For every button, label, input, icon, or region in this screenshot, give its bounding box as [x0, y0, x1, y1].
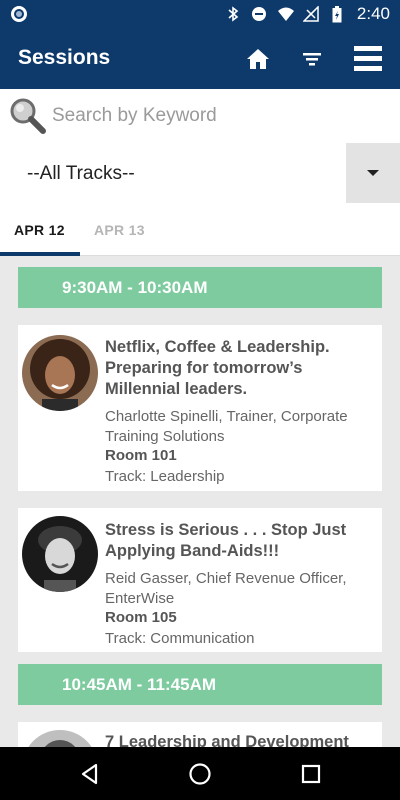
- app-bar: Sessions: [0, 29, 400, 89]
- session-title: Netflix, Coffee & Leadership. Preparing …: [105, 338, 330, 398]
- session-list[interactable]: 9:30AM - 10:30AM Netflix, Coffee & Leade…: [0, 257, 400, 747]
- system-nav-bar: [0, 747, 400, 800]
- system-home-button[interactable]: [187, 761, 213, 787]
- circle-home-icon: [189, 763, 211, 785]
- session-track: Track: Communication: [105, 630, 255, 647]
- search-bar: [0, 89, 400, 143]
- time-slot-header: 9:30AM - 10:30AM: [18, 267, 382, 308]
- session-card[interactable]: Netflix, Coffee & Leadership. Preparing …: [18, 325, 382, 491]
- signal-icon: [302, 5, 319, 22]
- tab-apr-12[interactable]: APR 12: [14, 222, 65, 238]
- bluetooth-icon: [225, 6, 241, 22]
- time-slot-header: 10:45AM - 11:45AM: [18, 664, 382, 705]
- search-icon: [10, 98, 46, 134]
- back-icon: [81, 763, 98, 785]
- session-title: 7 Leadership and Development: [105, 733, 349, 747]
- status-bar: 2:40: [0, 0, 400, 29]
- session-room: Room 105: [105, 609, 177, 626]
- menu-icon: [354, 46, 382, 71]
- status-icons: 2:40: [225, 4, 390, 24]
- tab-indicator: [0, 252, 80, 256]
- session-title: Stress is Serious . . . Stop Just Applyi…: [105, 521, 347, 560]
- recent-apps-icon: [301, 764, 321, 784]
- status-time: 2:40: [356, 4, 390, 23]
- track-dropdown-button[interactable]: [346, 143, 400, 203]
- session-card[interactable]: 7 Leadership and Development: [18, 722, 382, 747]
- home-button[interactable]: [240, 41, 276, 77]
- back-button[interactable]: [77, 761, 103, 787]
- filter-icon: [303, 53, 321, 66]
- speaker-avatar: [22, 335, 98, 411]
- search-input[interactable]: [52, 101, 382, 131]
- speaker-avatar: [22, 516, 98, 592]
- wifi-icon: [277, 6, 294, 22]
- home-icon: [247, 49, 269, 69]
- tab-apr-13[interactable]: APR 13: [94, 222, 145, 238]
- session-room: Room 101: [105, 447, 177, 464]
- session-speaker: Reid Gasser, Chief Revenue Officer, Ente…: [105, 570, 347, 607]
- session-card[interactable]: Stress is Serious . . . Stop Just Applyi…: [18, 508, 382, 652]
- dnd-icon: [251, 6, 267, 22]
- chevron-down-icon: [367, 170, 379, 176]
- notification-icon: [11, 6, 27, 22]
- recent-apps-button[interactable]: [298, 761, 324, 787]
- filter-button[interactable]: [294, 41, 330, 77]
- page-title: Sessions: [18, 46, 111, 69]
- menu-button[interactable]: [350, 41, 386, 77]
- battery-icon: [329, 6, 345, 23]
- session-speaker: Charlotte Spinelli, Trainer, Corporate T…: [105, 408, 348, 445]
- track-select[interactable]: --All Tracks--: [0, 143, 400, 204]
- date-tabs: APR 12 APR 13: [0, 204, 400, 256]
- session-track: Track: Leadership: [105, 468, 225, 485]
- speaker-avatar: [22, 730, 98, 747]
- track-select-value: --All Tracks--: [27, 163, 135, 184]
